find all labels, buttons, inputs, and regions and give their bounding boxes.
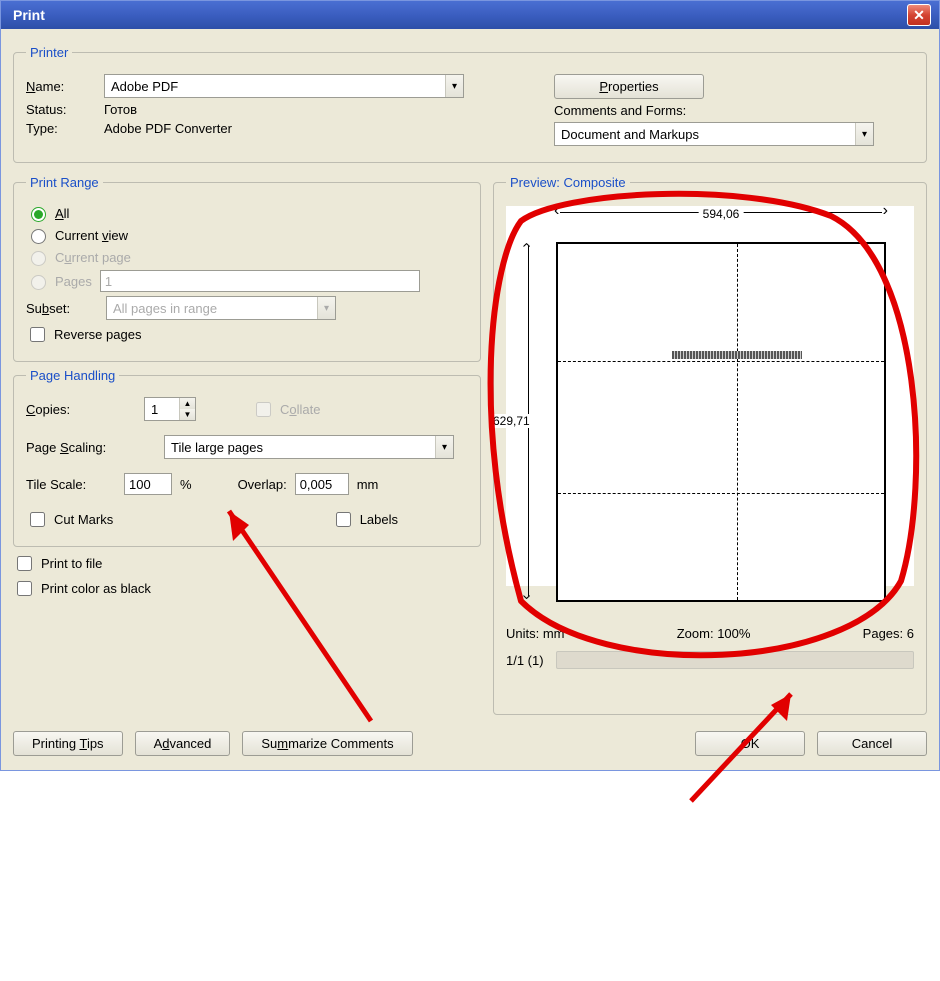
name-label: Name: (26, 79, 96, 94)
subset-value: All pages in range (107, 301, 317, 316)
comments-forms-value: Document and Markups (555, 127, 855, 142)
preview-height-label: 629,71 (491, 414, 532, 428)
tile-scale-input[interactable] (124, 473, 172, 495)
print-range-legend: Print Range (26, 175, 103, 190)
print-range-group: Print Range All Current view Curren (13, 175, 481, 362)
preview-legend: Preview: Composite (506, 175, 630, 190)
status-label: Status: (26, 102, 96, 117)
print-color-black-checkbox[interactable]: Print color as black (13, 578, 151, 599)
overlap-unit: mm (357, 477, 379, 492)
page-scaling-value: Tile large pages (165, 440, 435, 455)
printer-name-value: Adobe PDF (105, 79, 445, 94)
copies-input[interactable] (145, 398, 179, 420)
chevron-down-icon[interactable]: ▼ (180, 409, 195, 420)
overlap-input[interactable] (295, 473, 349, 495)
page-scaling-label: Page Scaling: (26, 440, 156, 455)
status-value: Готов (104, 102, 137, 117)
pages-input (100, 270, 420, 292)
print-to-file-checkbox[interactable]: Print to file (13, 553, 102, 574)
chevron-down-icon: ▾ (317, 297, 335, 319)
labels-checkbox[interactable]: Labels (332, 509, 398, 530)
tile-scale-label: Tile Scale: (26, 477, 116, 492)
printing-tips-button[interactable]: Printing Tips (13, 731, 123, 756)
preview-pager: 1/1 (1) (506, 653, 544, 668)
print-dialog: Print ✕ Printer Name: Adobe PDF ▾ (0, 0, 940, 771)
preview-canvas: 594,06 629,71 (506, 206, 914, 586)
advanced-button[interactable]: Advanced (135, 731, 231, 756)
printer-name-combo[interactable]: Adobe PDF ▾ (104, 74, 464, 98)
comments-forms-label: Comments and Forms: (554, 103, 686, 118)
cut-marks-checkbox[interactable]: Cut Marks (26, 509, 113, 530)
preview-group: Preview: Composite 594,06 629,71 (493, 175, 927, 715)
preview-width-label: 594,06 (699, 207, 744, 221)
properties-button[interactable]: Properties (554, 74, 704, 99)
range-current-view-radio[interactable]: Current view (26, 226, 128, 244)
page-handling-legend: Page Handling (26, 368, 119, 383)
page-scaling-combo[interactable]: Tile large pages ▾ (164, 435, 454, 459)
summarize-comments-button[interactable]: Summarize Comments (242, 731, 412, 756)
subset-label: Subset: (26, 301, 98, 316)
copies-spinner[interactable]: ▲ ▼ (144, 397, 196, 421)
overlap-label: Overlap: (238, 477, 287, 492)
printer-legend: Printer (26, 45, 72, 60)
type-label: Type: (26, 121, 96, 136)
reverse-pages-checkbox[interactable]: Reverse pages (26, 324, 141, 345)
close-button[interactable]: ✕ (907, 4, 931, 26)
printer-group: Printer Name: Adobe PDF ▾ Status: Готов (13, 45, 927, 163)
preview-content-icon (672, 351, 802, 359)
comments-forms-combo[interactable]: Document and Markups ▾ (554, 122, 874, 146)
preview-slider[interactable] (556, 651, 914, 669)
collate-checkbox: Collate (252, 399, 320, 420)
preview-units: Units: mm (506, 626, 565, 641)
preview-page (556, 242, 886, 602)
chevron-down-icon: ▾ (855, 123, 873, 145)
copies-label: Copies: (26, 402, 136, 417)
range-all-radio[interactable]: All (26, 204, 69, 222)
dialog-title: Print (13, 7, 45, 23)
ok-button[interactable]: OK (695, 731, 805, 756)
titlebar: Print ✕ (1, 1, 939, 29)
subset-combo: All pages in range ▾ (106, 296, 336, 320)
chevron-down-icon: ▾ (445, 75, 463, 97)
chevron-up-icon[interactable]: ▲ (180, 398, 195, 409)
range-current-page-radio: Current page (26, 248, 131, 266)
preview-zoom: Zoom: 100% (677, 626, 751, 641)
chevron-down-icon: ▾ (435, 436, 453, 458)
cancel-button[interactable]: Cancel (817, 731, 927, 756)
type-value: Adobe PDF Converter (104, 121, 232, 136)
range-pages-radio: Pages (26, 272, 92, 290)
preview-pages: Pages: 6 (863, 626, 914, 641)
page-handling-group: Page Handling Copies: ▲ ▼ Collate (13, 368, 481, 547)
close-icon: ✕ (913, 7, 925, 24)
tile-scale-unit: % (180, 477, 192, 492)
